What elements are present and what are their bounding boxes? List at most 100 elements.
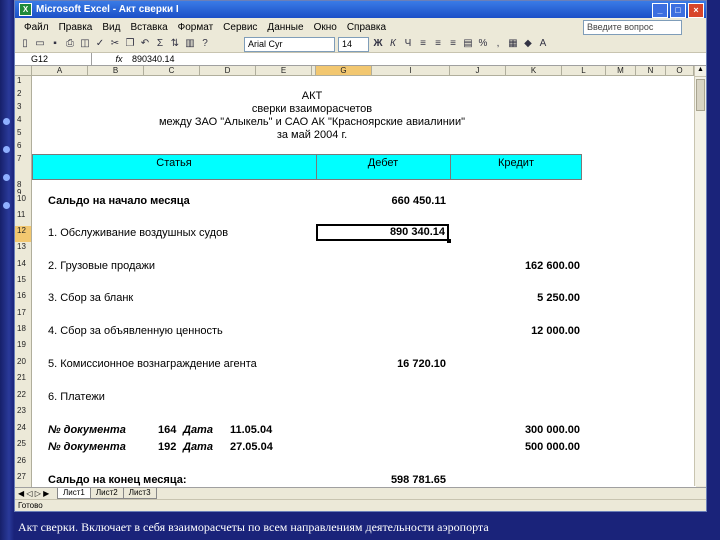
preview-icon[interactable]: ◫	[79, 38, 91, 50]
column-header[interactable]: L	[562, 66, 606, 76]
row-header[interactable]: 24	[15, 423, 32, 439]
line-label[interactable]: 2. Грузовые продажи	[48, 260, 155, 272]
column-header[interactable]: C	[144, 66, 200, 76]
row-header[interactable]: 11	[15, 210, 32, 226]
column-header[interactable]: K	[506, 66, 562, 76]
closing-debit[interactable]: 598 781.65	[316, 474, 446, 486]
menu-help[interactable]: Справка	[342, 22, 391, 33]
payment-date[interactable]: 27.05.04	[230, 441, 273, 453]
row-header[interactable]: 1	[15, 76, 32, 89]
spreadsheet-grid[interactable]: АКТ сверки взаиморасчетов между ЗАО "Алы…	[32, 76, 696, 487]
fill-handle[interactable]	[447, 239, 451, 243]
line-debit[interactable]: 16 720.10	[316, 358, 446, 370]
row-header[interactable]: 17	[15, 308, 32, 324]
row-header[interactable]: 14	[15, 259, 32, 275]
column-header[interactable]: I	[372, 66, 450, 76]
help-icon[interactable]: ?	[199, 38, 211, 50]
menu-file[interactable]: Файл	[19, 22, 54, 33]
active-cell-g12[interactable]: 890 340.14	[316, 224, 449, 241]
maximize-icon[interactable]: □	[670, 3, 686, 18]
name-box[interactable]: G12	[15, 53, 92, 65]
tab-sheet3[interactable]: Лист3	[122, 488, 157, 499]
row-header[interactable]: 25	[15, 439, 32, 456]
row-header[interactable]: 6	[15, 141, 32, 154]
line-label[interactable]: 5. Комиссионное вознаграждение агента	[48, 358, 257, 370]
row-header[interactable]: 15	[15, 275, 32, 291]
thousands-icon[interactable]: ,	[492, 38, 504, 50]
menu-view[interactable]: Вид	[97, 22, 125, 33]
menu-edit[interactable]: Правка	[54, 22, 98, 33]
help-question-input[interactable]: Введите вопрос	[583, 20, 682, 35]
row-header[interactable]: 2	[15, 89, 32, 102]
column-header[interactable]: A	[32, 66, 88, 76]
column-header[interactable]: O	[666, 66, 694, 76]
row-header[interactable]: 23	[15, 406, 32, 423]
row-header[interactable]: 8	[15, 180, 32, 189]
row-header[interactable]: 10	[15, 194, 32, 210]
line-label[interactable]: 1. Обслуживание воздушных судов	[48, 227, 228, 239]
line-label[interactable]: Сальдо на начало месяца	[48, 195, 190, 207]
row-header[interactable]: 27	[15, 472, 32, 487]
payment-credit[interactable]: 300 000.00	[450, 424, 580, 436]
menu-format[interactable]: Формат	[173, 22, 219, 33]
payment-date-label[interactable]: Дата	[183, 424, 213, 436]
menu-window[interactable]: Окно	[309, 22, 342, 33]
row-header-selected[interactable]: 12	[15, 226, 32, 242]
sort-icon[interactable]: ⇅	[169, 38, 181, 50]
line-label[interactable]: 6. Платежи	[48, 391, 105, 403]
column-header[interactable]: J	[450, 66, 506, 76]
scroll-up-icon[interactable]: ▲	[695, 66, 706, 77]
function-icon[interactable]: fx	[112, 54, 126, 64]
column-header[interactable]: N	[636, 66, 666, 76]
column-header[interactable]: M	[606, 66, 636, 76]
fill-color-icon[interactable]: ◆	[522, 38, 534, 50]
payment-doc-label[interactable]: № документа	[48, 441, 126, 453]
tab-sheet1[interactable]: Лист1	[57, 488, 91, 499]
row-header[interactable]: 26	[15, 456, 32, 472]
line-debit[interactable]: 660 450.11	[316, 195, 446, 207]
row-header[interactable]: 13	[15, 242, 32, 259]
undo-icon[interactable]: ↶	[139, 38, 151, 50]
column-header[interactable]: D	[200, 66, 256, 76]
new-icon[interactable]: ▯	[19, 38, 31, 50]
line-label[interactable]: 4. Сбор за объявленную ценность	[48, 325, 223, 337]
row-header[interactable]: 4	[15, 115, 32, 128]
align-left-icon[interactable]: ≡	[417, 38, 429, 50]
copy-icon[interactable]: ❐	[124, 38, 136, 50]
payment-date-label[interactable]: Дата	[183, 441, 213, 453]
chart-icon[interactable]: ▥	[184, 38, 196, 50]
row-header[interactable]: 21	[15, 373, 32, 390]
row-header[interactable]: 16	[15, 291, 32, 308]
payment-doc-number[interactable]: 192	[158, 441, 176, 453]
row-header[interactable]: 20	[15, 357, 32, 373]
payment-doc-number[interactable]: 164	[158, 424, 176, 436]
save-icon[interactable]: ▪	[49, 38, 61, 50]
row-header[interactable]: 22	[15, 390, 32, 406]
line-credit[interactable]: 162 600.00	[450, 260, 580, 272]
payment-date[interactable]: 11.05.04	[230, 424, 272, 436]
row-header[interactable]: 18	[15, 324, 32, 340]
scroll-thumb[interactable]	[696, 79, 705, 111]
align-right-icon[interactable]: ≡	[447, 38, 459, 50]
close-icon[interactable]: ×	[688, 3, 704, 18]
align-center-icon[interactable]: ≡	[432, 38, 444, 50]
cut-icon[interactable]: ✂	[109, 38, 121, 50]
tab-sheet2[interactable]: Лист2	[89, 488, 124, 499]
line-label[interactable]: 3. Сбор за бланк	[48, 292, 133, 304]
font-size-select[interactable]: 14	[338, 36, 369, 52]
column-header[interactable]: B	[88, 66, 144, 76]
merge-icon[interactable]: ▤	[462, 38, 474, 50]
open-icon[interactable]: ▭	[34, 38, 46, 50]
font-color-icon[interactable]: A	[537, 38, 549, 50]
borders-icon[interactable]: ▦	[507, 38, 519, 50]
line-credit[interactable]: 5 250.00	[450, 292, 580, 304]
print-icon[interactable]: ⎙	[64, 38, 76, 50]
row-header[interactable]: 7	[15, 154, 32, 180]
line-credit[interactable]: 12 000.00	[450, 325, 580, 337]
menu-insert[interactable]: Вставка	[125, 22, 172, 33]
row-header[interactable]: 3	[15, 102, 32, 115]
spelling-icon[interactable]: ✓	[94, 38, 106, 50]
row-header[interactable]: 19	[15, 340, 32, 357]
select-all-corner[interactable]	[15, 66, 32, 76]
row-header[interactable]: 5	[15, 128, 32, 141]
